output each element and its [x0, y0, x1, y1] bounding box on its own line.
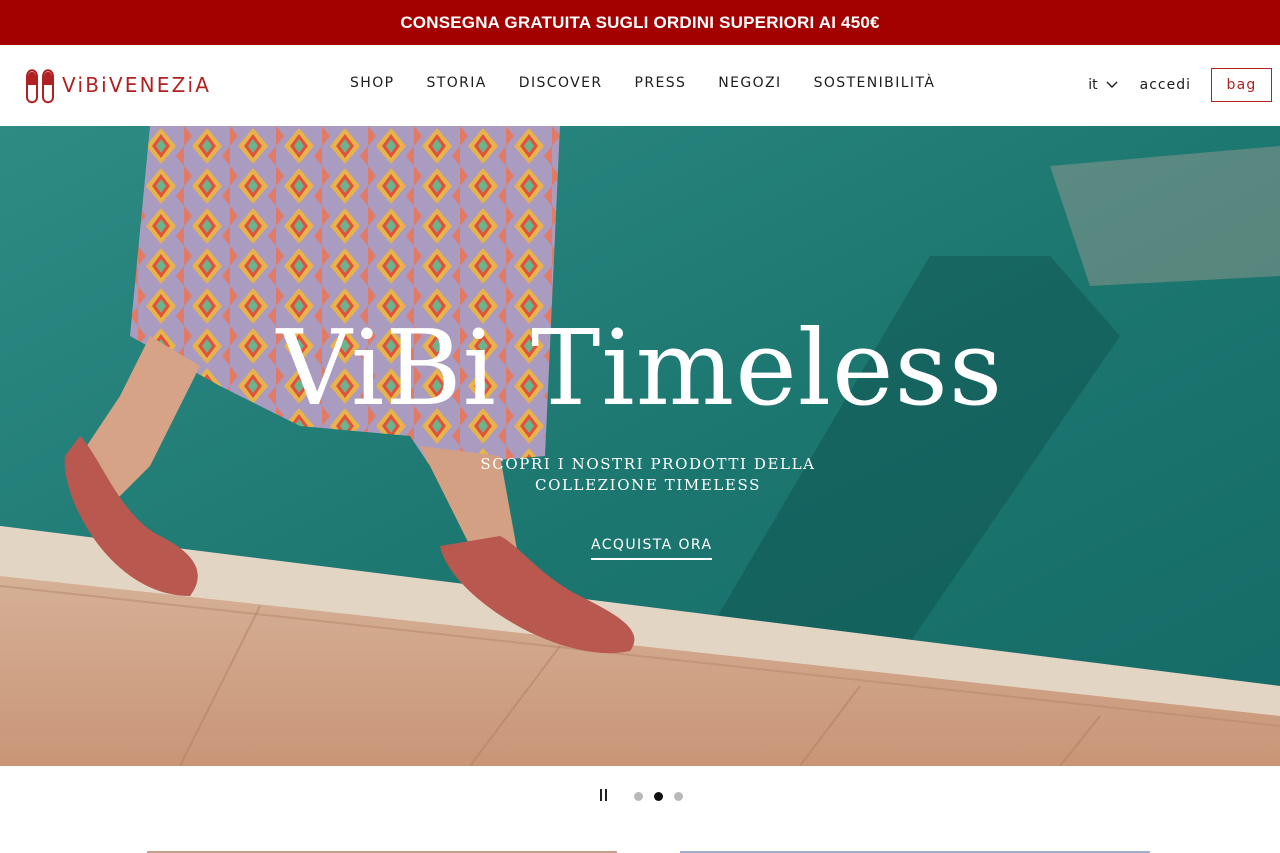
hero-subtitle: SCOPRI I NOSTRI PRODOTTI DELLA COLLEZION… [480, 455, 816, 494]
carousel-controls [600, 788, 694, 804]
slipper-logo-icon [26, 69, 54, 104]
carousel-dot-2[interactable] [654, 791, 663, 801]
pause-icon[interactable] [600, 789, 612, 803]
brand-wordmark: ViBiVENEZiA [62, 73, 212, 97]
hero-background-image [0, 126, 1280, 766]
nav-item-storia[interactable]: STORIA [426, 75, 486, 91]
hero-slide: ViBi Timeless SCOPRI I NOSTRI PRODOTTI D… [0, 126, 1280, 766]
carousel-dot-3[interactable] [674, 791, 683, 801]
promo-banner: CONSEGNA GRATUITA SUGLI ORDINI SUPERIORI… [0, 0, 1280, 45]
hero-title: ViBi Timeless [276, 307, 1004, 429]
nav-item-negozi[interactable]: NEGOZI [718, 75, 781, 91]
bag-button[interactable]: bag [1211, 68, 1272, 102]
nav-item-sostenibilita[interactable]: SOSTENIBILITÀ [814, 75, 936, 91]
nav-item-press[interactable]: PRESS [634, 75, 686, 91]
nav-item-discover[interactable]: DISCOVER [519, 75, 603, 91]
nav-item-shop[interactable]: SHOP [350, 75, 394, 91]
chevron-down-icon [1106, 81, 1118, 88]
promo-text: CONSEGNA GRATUITA SUGLI ORDINI SUPERIORI… [400, 12, 880, 32]
language-label: it [1088, 77, 1098, 93]
brand-logo[interactable]: ViBiVENEZiA [24, 65, 211, 105]
language-selector[interactable]: it [1088, 77, 1118, 93]
site-header: ViBiVENEZiA SHOP STORIA DISCOVER PRESS N… [0, 45, 1280, 126]
shop-now-button[interactable]: ACQUISTA ORA [591, 537, 713, 560]
main-navigation: SHOP STORIA DISCOVER PRESS NEGOZI SOSTEN… [350, 73, 935, 93]
login-link[interactable]: accedi [1140, 77, 1191, 93]
carousel-dot-1[interactable] [634, 791, 643, 801]
header-actions: it accedi bag [1088, 68, 1272, 102]
